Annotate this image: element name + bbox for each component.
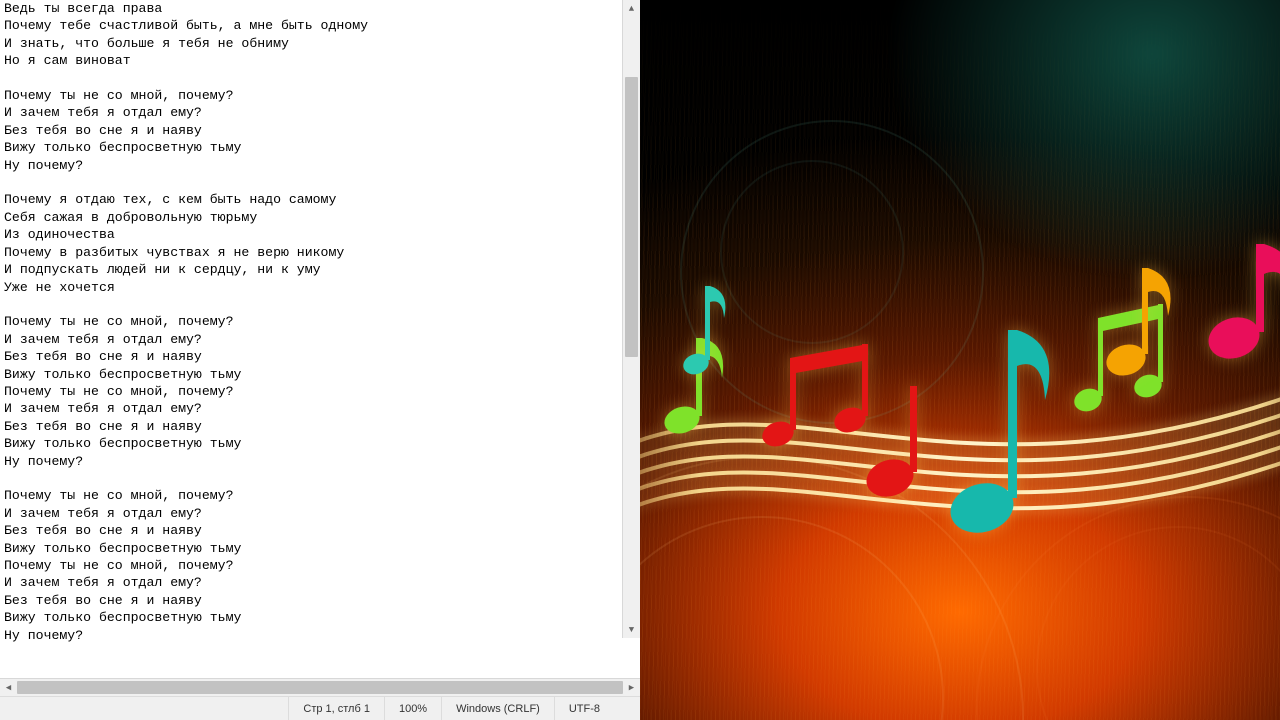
music-note-icon [1100, 260, 1180, 380]
scroll-right-arrow-icon[interactable]: ▶ [623, 679, 640, 696]
scroll-up-arrow-icon[interactable]: ▲ [623, 0, 640, 17]
status-zoom[interactable]: 100% [385, 697, 442, 720]
status-spacer [0, 697, 289, 720]
vertical-scroll-thumb[interactable] [625, 77, 638, 357]
music-note-icon [940, 320, 1070, 540]
scroll-left-arrow-icon[interactable]: ◀ [0, 679, 17, 696]
status-line-ending[interactable]: Windows (CRLF) [442, 697, 555, 720]
status-encoding[interactable]: UTF-8 [555, 697, 640, 720]
horizontal-scrollbar[interactable]: ◀ ▶ [0, 678, 640, 696]
vertical-scroll-track[interactable] [623, 17, 640, 621]
status-cursor-position[interactable]: Стр 1, стлб 1 [289, 697, 385, 720]
text-area[interactable]: Ведь ты всегда права Почему тебе счастли… [0, 0, 640, 678]
app-root: Ведь ты всегда права Почему тебе счастли… [0, 0, 1280, 720]
text-editor-pane: Ведь ты всегда права Почему тебе счастли… [0, 0, 640, 720]
music-note-icon [1200, 240, 1280, 360]
vertical-scrollbar[interactable]: ▲ ▼ [622, 0, 640, 638]
status-bar: Стр 1, стлб 1 100% Windows (CRLF) UTF-8 [0, 696, 640, 720]
scroll-down-arrow-icon[interactable]: ▼ [623, 621, 640, 638]
lyrics-text[interactable]: Ведь ты всегда права Почему тебе счастли… [4, 0, 622, 678]
music-note-icon [680, 280, 726, 380]
decor-ring [720, 160, 904, 344]
horizontal-scroll-thumb[interactable] [17, 681, 623, 694]
music-artwork-pane [640, 0, 1280, 720]
music-note-icon [860, 378, 950, 498]
